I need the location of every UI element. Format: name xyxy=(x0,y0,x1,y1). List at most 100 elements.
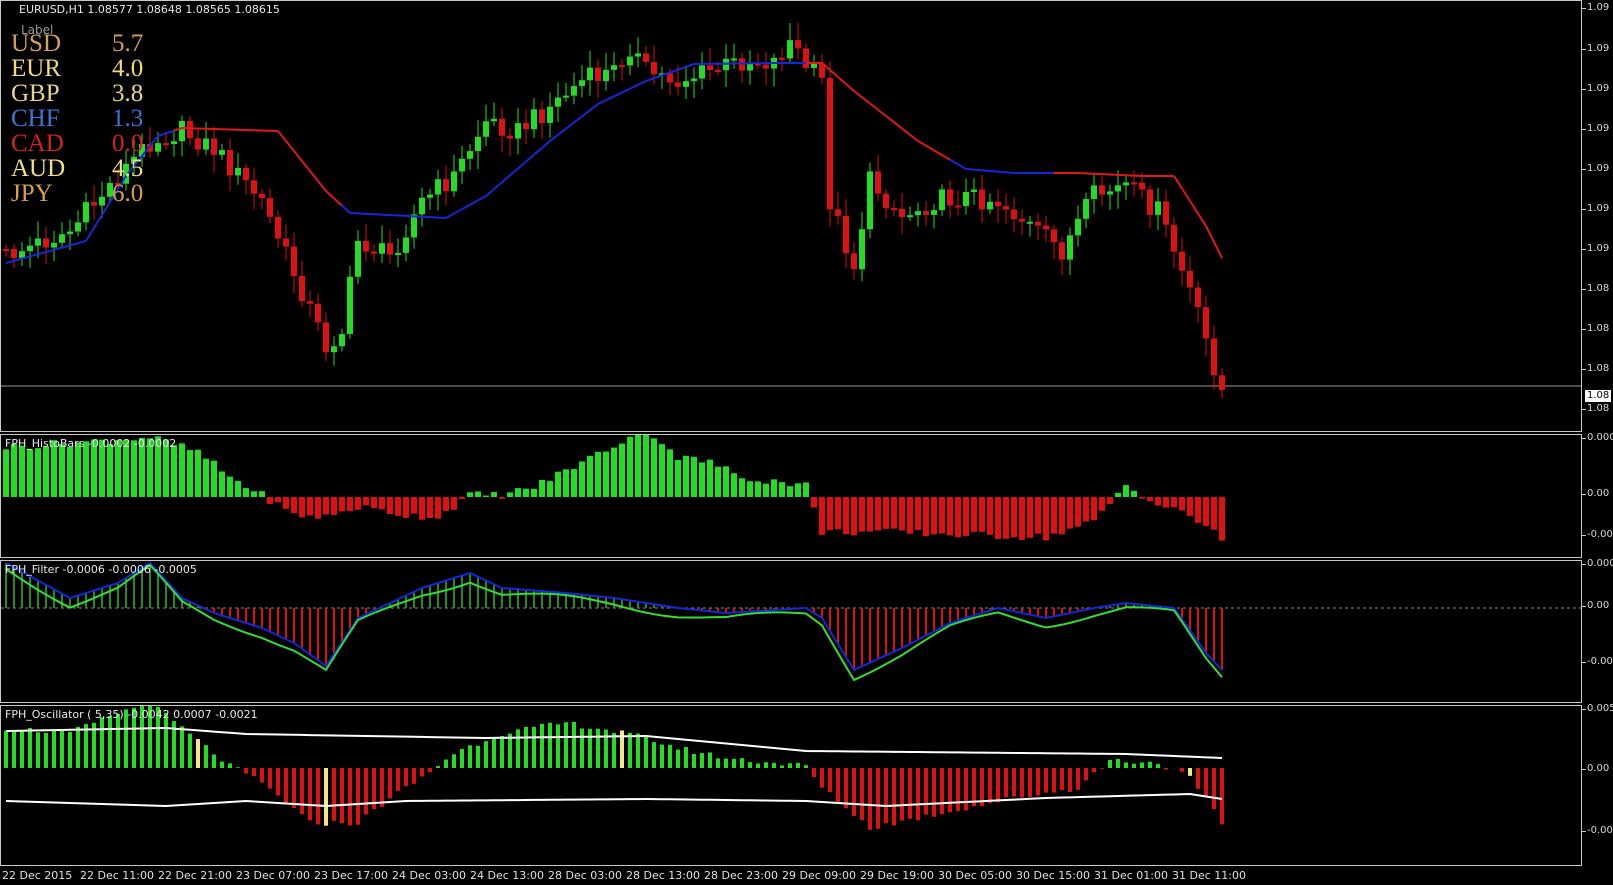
oscillator-bar xyxy=(884,768,888,824)
candle-body xyxy=(379,243,385,254)
histogram-bar xyxy=(371,497,377,509)
strength-currency: CHF xyxy=(11,105,60,132)
oscillator-bar xyxy=(644,735,648,768)
candle-body xyxy=(243,167,249,181)
histogram-bar xyxy=(1019,497,1025,541)
histogram-bar xyxy=(1163,497,1169,508)
oscillator-bar xyxy=(540,723,544,768)
oscillator-bar xyxy=(564,722,568,768)
oscillator-bar xyxy=(108,716,112,768)
histogram-bar xyxy=(1099,497,1105,511)
oscillator-bar xyxy=(660,744,664,768)
axis-tick-label: 0.000 xyxy=(1587,432,1613,443)
candle-body xyxy=(35,238,41,246)
oscillator-bar xyxy=(44,732,48,768)
axis-tick-mark xyxy=(1582,494,1586,495)
histogram-bar xyxy=(755,481,761,497)
candle-body xyxy=(43,238,49,248)
strength-row-jpy: JPY 6.0 xyxy=(11,181,171,206)
histogram-bar xyxy=(283,497,289,509)
histogram-bar xyxy=(691,456,697,497)
histogram-bar xyxy=(323,497,329,515)
histogram-bar xyxy=(619,443,625,497)
histobars-pane[interactable]: FPH_HistoBars -0.0002 -0.0002 xyxy=(0,434,1582,558)
moving-average-segment xyxy=(565,121,575,130)
oscillator-bar xyxy=(676,749,680,768)
price-chart-pane[interactable]: EURUSD,H1 1.08577 1.08648 1.08565 1.0861… xyxy=(0,0,1582,432)
moving-average-segment xyxy=(925,144,935,152)
axis-tick-mark xyxy=(1582,606,1586,607)
axis-tick-mark xyxy=(1582,8,1586,9)
candle-body xyxy=(1123,182,1129,186)
strength-currency: USD xyxy=(11,30,62,57)
moving-average-segment xyxy=(1181,187,1191,202)
candle-body xyxy=(555,97,561,107)
histogram-bar xyxy=(267,497,273,504)
moving-average-segment xyxy=(917,140,927,147)
histogram-bar xyxy=(811,497,817,508)
moving-average-segment xyxy=(949,158,959,166)
moving-average-segment xyxy=(557,127,567,136)
moving-average-segment xyxy=(509,167,519,177)
histogram-bar xyxy=(507,492,513,497)
histogram-bar xyxy=(1139,497,1145,499)
oscillator-bar xyxy=(820,768,824,788)
histogram-bar xyxy=(203,458,209,497)
histogram-bar xyxy=(363,497,369,506)
candle-body xyxy=(411,214,417,238)
strength-value: 1.3 xyxy=(112,105,144,132)
oscillator-bar xyxy=(892,768,896,826)
moving-average-segment xyxy=(285,140,295,152)
candle-body xyxy=(1219,375,1225,391)
candle-body xyxy=(859,229,865,270)
moving-average-segment xyxy=(869,102,879,111)
histogram-bar xyxy=(883,497,889,529)
oscillator-bar xyxy=(220,761,224,768)
histogram-bar xyxy=(483,495,489,497)
moving-average-segment xyxy=(845,83,855,92)
candle-body xyxy=(1179,251,1185,271)
axis-tick-mark xyxy=(1582,662,1586,663)
time-axis-label: 28 Dec 03:00 xyxy=(548,869,622,882)
oscillator-pane[interactable]: FPH_Oscillator ( 5,35) -0.0042 0.0007 -0… xyxy=(0,705,1582,866)
moving-average-segment xyxy=(341,204,351,214)
oscillator-bar xyxy=(1220,768,1224,825)
oscillator-bar xyxy=(748,762,752,768)
moving-average-segment xyxy=(973,168,983,172)
oscillator-bar xyxy=(732,758,736,768)
moving-average-segment xyxy=(517,160,527,170)
histogram-bar xyxy=(75,442,81,497)
strength-row-chf: CHF 1.3 xyxy=(11,106,171,131)
candle-body xyxy=(291,246,297,277)
oscillator-lower-line xyxy=(5,792,1223,808)
histogram-bar xyxy=(659,444,665,497)
candle-body xyxy=(235,167,241,176)
histogram-bar xyxy=(1075,497,1081,527)
candle-body xyxy=(891,208,897,211)
oscillator-bar xyxy=(692,753,696,768)
candle-body xyxy=(1019,219,1025,222)
candle-body xyxy=(611,65,617,70)
oscillator-bar xyxy=(388,768,392,799)
candle-body xyxy=(739,58,745,71)
candle-body xyxy=(427,194,433,198)
strength-value: 6.0 xyxy=(112,180,144,207)
candle-body xyxy=(75,222,81,232)
strength-currency: AUD xyxy=(11,155,66,182)
oscillator-chart xyxy=(4,706,1224,830)
oscillator-bar xyxy=(868,768,872,830)
filter-pane[interactable]: FPH_Filter -0.0006 -0.0006 -0.0005 xyxy=(0,560,1582,703)
axis-tick-label: 1.09 xyxy=(1587,2,1610,13)
histogram-bar xyxy=(787,486,793,497)
oscillator-bar xyxy=(36,732,40,768)
histogram-bar xyxy=(851,497,857,536)
histogram-bar xyxy=(347,497,353,512)
histogram-bar xyxy=(187,450,193,497)
candle-body xyxy=(395,252,401,255)
axis-tick-label: 1.08 xyxy=(1587,403,1610,414)
candle-body xyxy=(1147,189,1153,215)
candle-body xyxy=(707,65,713,71)
candle-body xyxy=(259,193,265,199)
oscillator-bar xyxy=(908,768,912,819)
oscillator-bar xyxy=(516,729,520,768)
